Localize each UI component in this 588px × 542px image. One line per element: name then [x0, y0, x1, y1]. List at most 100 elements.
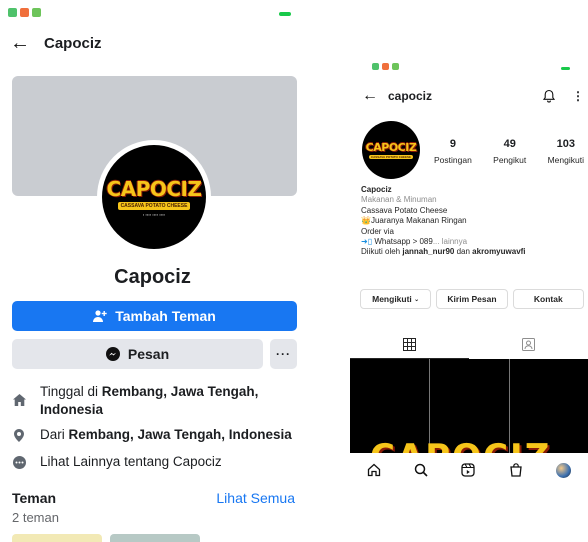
more-icon: ··· [276, 347, 291, 361]
logo-subtitle: CASSAVA POTATO CHEESE [368, 155, 414, 159]
tab-tagged[interactable] [469, 333, 588, 355]
following-label: Mengikuti [547, 155, 584, 165]
facebook-profile-screen: ← Capociz CAPOCIZ CASSAVA POTATO CHEESE … [0, 0, 305, 542]
posts-stat[interactable]: 9 Postingan [434, 138, 472, 168]
tagged-icon [522, 337, 535, 351]
status-icon [392, 63, 399, 70]
posts-grid[interactable]: CAPOCIZ [350, 359, 588, 453]
page-title: Capociz [44, 34, 102, 52]
grid-icon [403, 337, 416, 351]
logo-subtitle: CASSAVA POTATO CHEESE [117, 202, 191, 210]
status-icon [8, 8, 17, 17]
send-message-label: Kirim Pesan [447, 294, 497, 304]
see-more-text: Lihat Lainnya tentang Capociz [40, 454, 222, 469]
post-logo: CAPOCIZ [370, 437, 551, 453]
logo-contacts: ▪ ▪▪▪▪ ▪▪▪▪ ▪▪▪▪ [142, 213, 166, 217]
profile-tabs [350, 333, 588, 359]
following-count: 103 [556, 138, 575, 150]
shop-icon[interactable] [509, 463, 523, 477]
reels-icon[interactable] [461, 463, 476, 477]
bio-category: Makanan & Minuman [361, 195, 437, 205]
app-header: ← capociz ⋮ [362, 87, 584, 105]
bio-name: Capociz [361, 185, 392, 194]
status-icon [32, 8, 41, 17]
more-options-button[interactable]: ··· [270, 339, 297, 369]
crown-icon: 👑 [361, 216, 371, 226]
followers-stat[interactable]: 49 Pengikut [493, 138, 526, 168]
instagram-profile-screen: ← capociz ⋮ CAPOCIZ CASSAVA POTATO CHEES… [350, 55, 588, 485]
following-button[interactable]: Mengikuti ⌄ [360, 289, 432, 309]
lives-prefix: Tinggal di [40, 384, 102, 399]
status-icon [20, 8, 29, 17]
following-stat[interactable]: 103 Mengikuti [548, 138, 584, 168]
username: capociz [388, 89, 433, 103]
info-see-more[interactable]: Lihat Lainnya tentang Capociz [12, 453, 297, 471]
back-arrow-icon[interactable]: ← [10, 33, 30, 53]
bio-line: Whatsapp > 089 [374, 237, 433, 247]
followed-user: akromyuwavfi [472, 247, 526, 257]
status-icon [382, 63, 389, 70]
followed-and: dan [454, 247, 473, 257]
followers-label: Pengikut [493, 155, 527, 165]
profile-avatar[interactable]: CAPOCIZ CASSAVA POTATO CHEESE [362, 121, 420, 179]
posts-count: 9 [449, 138, 456, 150]
message-button[interactable]: Pesan [12, 339, 263, 369]
profile-name: Capociz [114, 266, 191, 288]
contact-button[interactable]: Kontak [512, 289, 584, 309]
followers-count: 49 [503, 138, 516, 150]
see-all-friends-link[interactable]: Lihat Semua [216, 490, 295, 506]
from-prefix: Dari [40, 427, 69, 442]
bottom-nav [350, 455, 588, 485]
bio-line-whatsapp: ➜▯ Whatsapp > 089... lainnya [361, 237, 583, 247]
posts-label: Postingan [434, 155, 472, 165]
more-dots-icon [12, 453, 26, 471]
messenger-icon [105, 347, 120, 361]
send-message-button[interactable]: Kirim Pesan [436, 289, 508, 309]
lives-in-text: Tinggal di Rembang, Jawa Tengah, Indones… [40, 383, 297, 419]
phone-icon: ➜▯ [361, 237, 373, 247]
search-icon[interactable] [414, 463, 428, 477]
friend-thumbnail[interactable] [110, 534, 200, 542]
profile-avatar-nav[interactable] [556, 462, 572, 478]
from-text: Dari Rembang, Jawa Tengah, Indonesia [40, 426, 292, 444]
followed-user: jannah_nur90 [402, 247, 455, 257]
home-icon[interactable] [367, 463, 381, 477]
add-friend-label: Tambah Teman [115, 308, 216, 324]
house-icon [12, 383, 26, 419]
bio-line: Order via [361, 226, 394, 236]
profile-avatar[interactable]: CAPOCIZ CASSAVA POTATO CHEESE ▪ ▪▪▪▪ ▪▪▪… [97, 140, 211, 254]
bio-more-link[interactable]: ... lainnya [433, 237, 467, 246]
profile-stats: 9 Postingan 49 Pengikut 103 Mengikuti [434, 138, 584, 168]
status-icon [372, 63, 379, 70]
bio-line-crown: 👑Juaranya Makanan Ringan [361, 216, 583, 226]
logo-wordmark: CAPOCIZ [365, 141, 417, 154]
battery-icon [279, 12, 291, 16]
bio-line: Juaranya Makanan Ringan [370, 216, 467, 226]
kebab-menu-icon[interactable]: ⋮ [572, 89, 584, 103]
profile-bio: Capociz Makanan & Minuman Cassava Potato… [361, 185, 583, 258]
bell-icon[interactable] [542, 89, 556, 103]
battery-icon [561, 67, 570, 70]
logo-wordmark: CAPOCIZ [106, 177, 202, 201]
location-pin-icon [12, 426, 26, 444]
add-friend-icon [93, 310, 107, 322]
followed-by[interactable]: Diikuti oleh jannah_nur90 dan akromyuwav… [361, 247, 583, 257]
contact-label: Kontak [533, 294, 563, 304]
message-label: Pesan [127, 346, 170, 362]
tab-posts-grid[interactable] [350, 333, 469, 359]
friends-title: Teman [12, 490, 57, 506]
screenshot-root: ← Capociz CAPOCIZ CASSAVA POTATO CHEESE … [0, 0, 588, 542]
status-bar [372, 63, 399, 70]
friend-thumbnail[interactable] [12, 534, 102, 542]
info-lives-in: Tinggal di Rembang, Jawa Tengah, Indones… [12, 383, 297, 419]
chevron-down-icon: ⌄ [414, 296, 420, 303]
status-bar [8, 8, 41, 20]
capociz-logo: CAPOCIZ CASSAVA POTATO CHEESE ▪ ▪▪▪▪ ▪▪▪… [102, 145, 206, 249]
back-arrow-icon[interactable]: ← [362, 87, 388, 105]
friends-count: 2 teman [12, 510, 59, 525]
profile-actions: Mengikuti ⌄ Kirim Pesan Kontak [360, 289, 584, 309]
add-friend-button[interactable]: Tambah Teman [12, 301, 297, 331]
bio-line: Cassava Potato Cheese [361, 205, 448, 215]
from-location[interactable]: Rembang, Jawa Tengah, Indonesia [69, 427, 292, 442]
followed-prefix: Diikuti oleh [361, 247, 403, 257]
